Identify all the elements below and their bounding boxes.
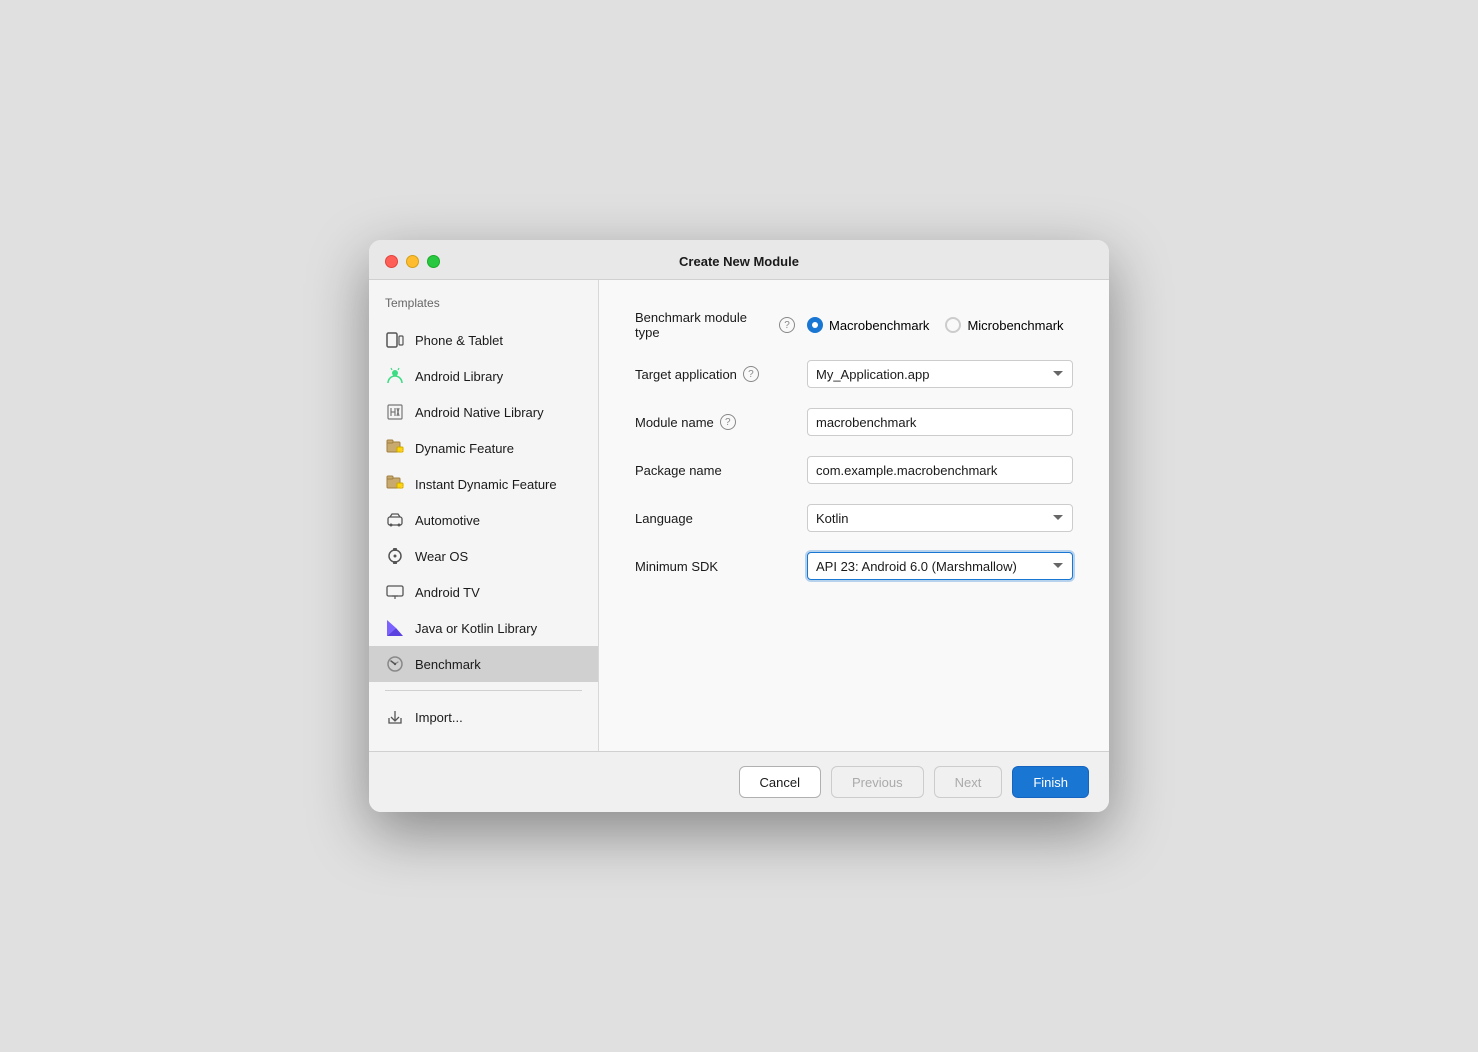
module-name-help[interactable]: ?: [720, 414, 736, 430]
benchmark-module-type-help[interactable]: ?: [779, 317, 795, 333]
sidebar-item-label: Java or Kotlin Library: [415, 621, 537, 636]
sidebar-item-label: Wear OS: [415, 549, 468, 564]
dialog-title: Create New Module: [385, 254, 1093, 269]
sidebar-item-label: Android Native Library: [415, 405, 544, 420]
maximize-button[interactable]: [427, 255, 440, 268]
microbenchmark-radio[interactable]: [945, 317, 961, 333]
sidebar-item-import[interactable]: Import...: [369, 699, 598, 735]
android-tv-icon: [385, 582, 405, 602]
traffic-lights: [385, 255, 440, 268]
benchmark-module-type-options: Macrobenchmark Microbenchmark: [807, 317, 1064, 333]
next-button: Next: [934, 766, 1003, 798]
dynamic-feature-icon: ⚡: [385, 438, 405, 458]
sidebar-item-phone-tablet[interactable]: Phone & Tablet: [369, 322, 598, 358]
import-icon: [385, 707, 405, 727]
sidebar-item-label: Android Library: [415, 369, 503, 384]
microbenchmark-option[interactable]: Microbenchmark: [945, 317, 1063, 333]
language-label: Language: [635, 511, 795, 526]
sidebar: Templates Phone & Tablet: [369, 280, 599, 751]
sidebar-header: Templates: [369, 296, 598, 322]
language-row: Language Kotlin: [635, 504, 1073, 532]
close-button[interactable]: [385, 255, 398, 268]
minimum-sdk-row: Minimum SDK API 23: Android 6.0 (Marshma…: [635, 552, 1073, 580]
sidebar-item-benchmark[interactable]: Benchmark: [369, 646, 598, 682]
benchmark-module-type-row: Benchmark module type ? Macrobenchmark M…: [635, 310, 1073, 340]
java-kotlin-library-icon: [385, 618, 405, 638]
android-library-icon: [385, 366, 405, 386]
sidebar-item-android-library[interactable]: Android Library: [369, 358, 598, 394]
sidebar-item-label: Android TV: [415, 585, 480, 600]
target-application-row: Target application ? My_Application.app: [635, 360, 1073, 388]
cancel-button[interactable]: Cancel: [739, 766, 821, 798]
macrobenchmark-option[interactable]: Macrobenchmark: [807, 317, 929, 333]
sidebar-item-dynamic-feature[interactable]: ⚡ Dynamic Feature: [369, 430, 598, 466]
dialog-footer: Cancel Previous Next Finish: [369, 751, 1109, 812]
package-name-input[interactable]: [807, 456, 1073, 484]
create-new-module-dialog: Create New Module Templates Phone & Tabl…: [369, 240, 1109, 812]
dialog-content: Templates Phone & Tablet: [369, 280, 1109, 751]
sidebar-item-wear-os[interactable]: Wear OS: [369, 538, 598, 574]
target-application-label: Target application ?: [635, 366, 795, 382]
target-application-help[interactable]: ?: [743, 366, 759, 382]
sidebar-item-label: Benchmark: [415, 657, 481, 672]
module-name-input[interactable]: [807, 408, 1073, 436]
sidebar-item-label: Instant Dynamic Feature: [415, 477, 557, 492]
language-select[interactable]: Kotlin: [807, 504, 1073, 532]
svg-text:⚡: ⚡: [399, 483, 405, 490]
sidebar-item-label: Automotive: [415, 513, 480, 528]
wear-os-icon: [385, 546, 405, 566]
sidebar-divider: [385, 690, 582, 691]
android-native-library-icon: [385, 402, 405, 422]
package-name-label: Package name: [635, 463, 795, 478]
minimum-sdk-select[interactable]: API 23: Android 6.0 (Marshmallow): [807, 552, 1073, 580]
sidebar-item-label: Phone & Tablet: [415, 333, 503, 348]
sidebar-item-label: Import...: [415, 710, 463, 725]
sidebar-item-java-kotlin-library[interactable]: Java or Kotlin Library: [369, 610, 598, 646]
module-name-label: Module name ?: [635, 414, 795, 430]
sidebar-item-automotive[interactable]: Automotive: [369, 502, 598, 538]
title-bar: Create New Module: [369, 240, 1109, 280]
main-panel: Benchmark module type ? Macrobenchmark M…: [599, 280, 1109, 751]
sidebar-item-android-native-library[interactable]: Android Native Library: [369, 394, 598, 430]
sidebar-item-android-tv[interactable]: Android TV: [369, 574, 598, 610]
phone-tablet-icon: [385, 330, 405, 350]
package-name-row: Package name: [635, 456, 1073, 484]
svg-text:⚡: ⚡: [399, 447, 405, 454]
minimum-sdk-label: Minimum SDK: [635, 559, 795, 574]
benchmark-icon: [385, 654, 405, 674]
automotive-icon: [385, 510, 405, 530]
benchmark-module-type-label: Benchmark module type ?: [635, 310, 795, 340]
finish-button[interactable]: Finish: [1012, 766, 1089, 798]
module-name-row: Module name ?: [635, 408, 1073, 436]
macrobenchmark-radio[interactable]: [807, 317, 823, 333]
previous-button: Previous: [831, 766, 924, 798]
target-application-select[interactable]: My_Application.app: [807, 360, 1073, 388]
instant-dynamic-feature-icon: ⚡: [385, 474, 405, 494]
minimize-button[interactable]: [406, 255, 419, 268]
sidebar-item-instant-dynamic-feature[interactable]: ⚡ Instant Dynamic Feature: [369, 466, 598, 502]
sidebar-item-label: Dynamic Feature: [415, 441, 514, 456]
